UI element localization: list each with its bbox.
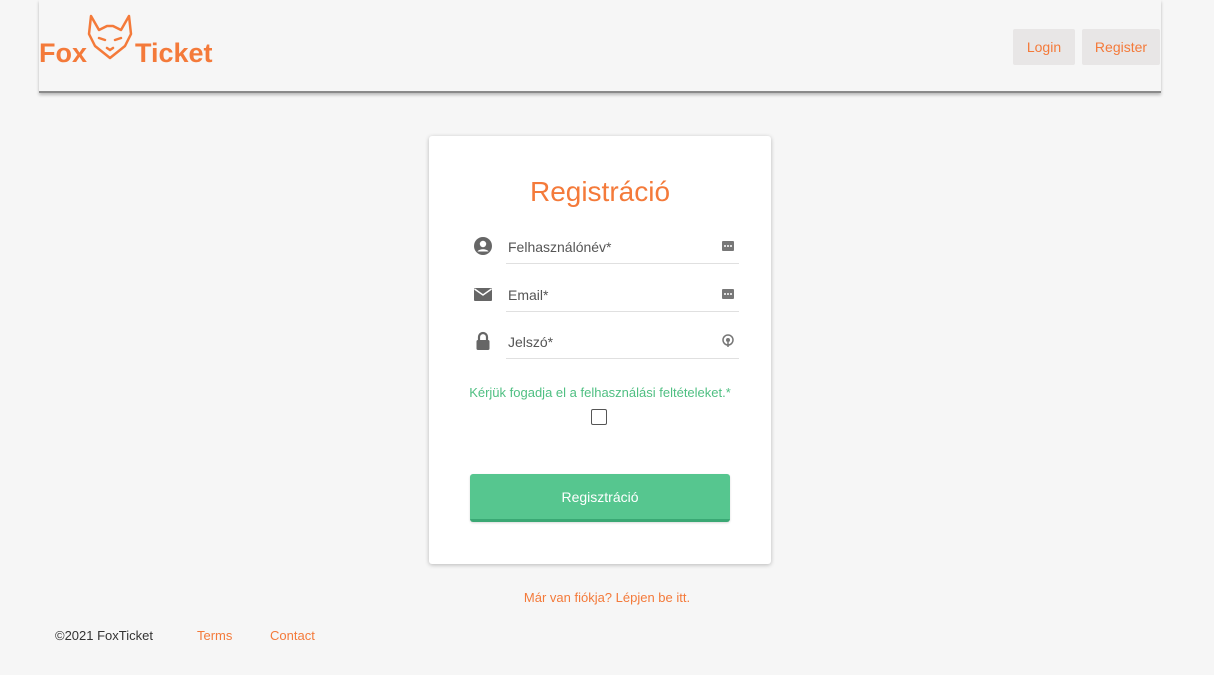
login-link[interactable]: Már van fiókja? Lépjen be itt. bbox=[0, 590, 1214, 605]
lock-icon bbox=[476, 331, 490, 350]
terms-label: Kérjük fogadja el a felhasználási feltét… bbox=[469, 385, 731, 400]
envelope-icon bbox=[474, 288, 492, 301]
foxticket-logo[interactable]: Fox Ticket bbox=[39, 10, 219, 70]
email-input[interactable] bbox=[506, 278, 739, 312]
fox-head-icon bbox=[87, 14, 133, 60]
site-header: Fox Ticket Login Register bbox=[39, 0, 1161, 93]
username-field-row bbox=[469, 230, 739, 266]
password-field-row bbox=[469, 325, 739, 361]
terms-checkbox[interactable] bbox=[591, 409, 607, 425]
user-circle-icon bbox=[474, 237, 492, 255]
footer-contact-link[interactable]: Contact bbox=[270, 628, 315, 643]
footer-terms-link[interactable]: Terms bbox=[197, 628, 232, 643]
login-button[interactable]: Login bbox=[1013, 29, 1075, 65]
register-button[interactable]: Register bbox=[1082, 29, 1160, 65]
logo-word-ticket: Ticket bbox=[135, 38, 213, 68]
password-manager-icon[interactable] bbox=[721, 334, 735, 348]
autofill-key-icon[interactable] bbox=[721, 287, 735, 301]
username-input[interactable] bbox=[506, 230, 739, 264]
email-field-row bbox=[469, 278, 739, 314]
logo-word-fox: Fox bbox=[39, 38, 88, 68]
password-input[interactable] bbox=[506, 325, 739, 359]
autofill-key-icon[interactable] bbox=[721, 239, 735, 253]
register-submit-button[interactable]: Regisztráció bbox=[470, 474, 730, 522]
page-title: Registráció bbox=[529, 176, 671, 207]
footer-copyright: ©2021 FoxTicket bbox=[55, 628, 153, 643]
registration-card: Registráció Felhasználónév* Email* Kérjü… bbox=[429, 136, 771, 564]
